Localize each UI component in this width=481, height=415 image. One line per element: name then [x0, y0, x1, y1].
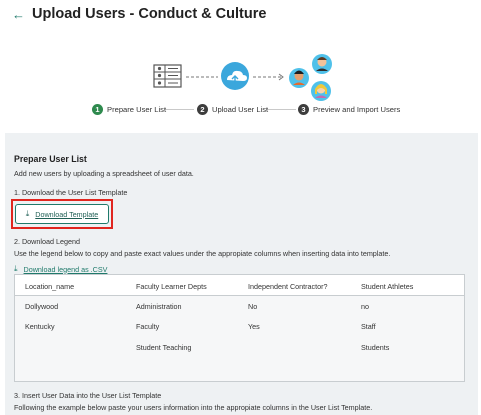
- back-arrow-icon[interactable]: ←: [12, 8, 25, 22]
- step-number-badge: 3: [298, 103, 309, 115]
- step-label: Preview and Import Users: [313, 104, 401, 114]
- download-template-label: Download Template: [35, 209, 99, 219]
- step-connector-1: [164, 109, 194, 110]
- page-title: Upload Users - Conduct & Culture: [32, 6, 267, 22]
- legend-description: Use the legend below to copy and paste e…: [14, 249, 391, 258]
- table-cell: Administration: [136, 302, 182, 311]
- step1-heading: 1. Download the User List Template: [14, 188, 128, 197]
- step-connector-2: [266, 109, 296, 110]
- download-legend-link[interactable]: ⤓ Download legend as .CSV: [14, 264, 107, 274]
- column-header: Faculty Learner Depts: [136, 282, 207, 291]
- table-cell: No: [248, 302, 258, 311]
- step-preview-import-users: 3 Preview and Import Users: [298, 103, 400, 115]
- column-header: Independent Contractor?: [248, 282, 328, 291]
- step3-heading: 3. Insert User Data into the User List T…: [14, 391, 162, 400]
- page-header: ← Upload Users - Conduct & Culture: [0, 0, 481, 30]
- step-prepare-user-list: 1 Prepare User List: [92, 103, 166, 115]
- table-cell: Staff: [361, 322, 376, 331]
- step-label: Upload User List: [212, 104, 269, 114]
- table-cell: Dollywood: [25, 302, 59, 311]
- step-label: Prepare User List: [107, 104, 167, 114]
- download-icon: ⤓: [25, 209, 30, 218]
- table-cell: Yes: [248, 322, 260, 331]
- step2-heading: 2. Download Legend: [14, 237, 80, 246]
- download-template-button[interactable]: ⤓ Download Template: [15, 204, 109, 224]
- download-icon: ⤓: [14, 264, 18, 273]
- table-cell: Student Teaching: [136, 343, 192, 352]
- legend-table: Location_name Faculty Learner Depts Inde…: [14, 274, 465, 382]
- download-legend-label: Download legend as .CSV: [23, 264, 108, 274]
- table-cell: Students: [361, 343, 390, 352]
- step-upload-user-list: 2 Upload User List: [197, 103, 268, 115]
- section-title: Prepare User List: [14, 154, 87, 164]
- upload-illustration: [153, 54, 332, 101]
- table-body: Dollywood Administration No no Kentucky …: [15, 296, 464, 381]
- column-header: Student Athletes: [361, 282, 414, 291]
- column-header: Location_name: [25, 282, 75, 291]
- table-header: Location_name Faculty Learner Depts Inde…: [15, 275, 464, 296]
- step3-description: Following the example below paste your u…: [14, 403, 373, 412]
- table-cell: Kentucky: [25, 322, 55, 331]
- table-cell: Faculty: [136, 322, 160, 331]
- cloud-upload-icon: [221, 62, 249, 90]
- spreadsheet-icon: [153, 64, 182, 88]
- step-number-badge: 1: [92, 103, 103, 115]
- table-cell: no: [361, 302, 369, 311]
- users-avatars-icon: [289, 54, 332, 101]
- section-subtitle: Add new users by uploading a spreadsheet…: [14, 169, 194, 178]
- step-number-badge: 2: [197, 103, 208, 115]
